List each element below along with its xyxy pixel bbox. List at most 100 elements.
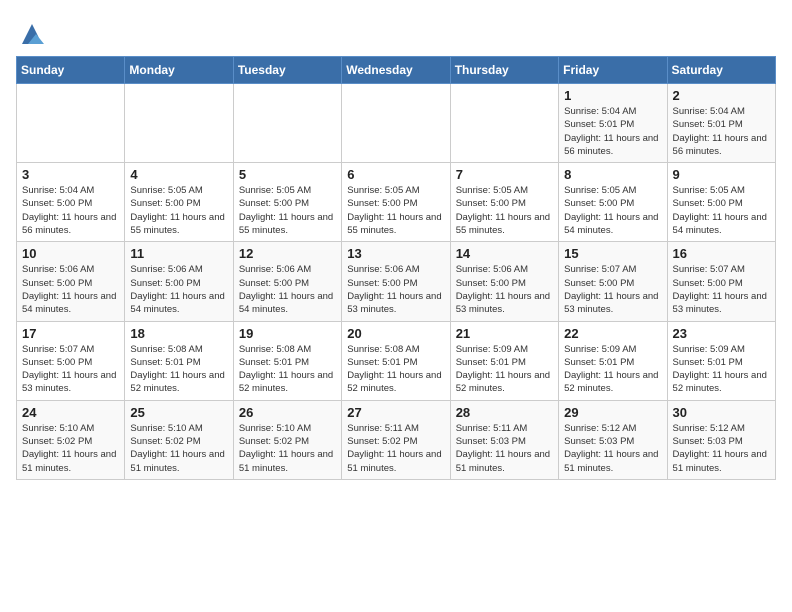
- day-info: Sunrise: 5:06 AM Sunset: 5:00 PM Dayligh…: [130, 263, 227, 316]
- calendar-cell: 20 Sunrise: 5:08 AM Sunset: 5:01 PM Dayli…: [342, 321, 450, 400]
- day-info: Sunrise: 5:11 AM Sunset: 5:03 PM Dayligh…: [456, 422, 553, 475]
- calendar-cell: 9 Sunrise: 5:05 AM Sunset: 5:00 PM Daylig…: [667, 163, 775, 242]
- day-number: 18: [130, 326, 227, 341]
- day-number: 24: [22, 405, 119, 420]
- calendar-cell: 27 Sunrise: 5:11 AM Sunset: 5:02 PM Dayli…: [342, 400, 450, 479]
- day-info: Sunrise: 5:07 AM Sunset: 5:00 PM Dayligh…: [673, 263, 770, 316]
- day-number: 14: [456, 246, 553, 261]
- day-number: 2: [673, 88, 770, 103]
- calendar-cell: 30 Sunrise: 5:12 AM Sunset: 5:03 PM Dayli…: [667, 400, 775, 479]
- day-info: Sunrise: 5:09 AM Sunset: 5:01 PM Dayligh…: [456, 343, 553, 396]
- calendar-cell: [342, 84, 450, 163]
- weekday-header: Thursday: [450, 57, 558, 84]
- calendar-cell: 29 Sunrise: 5:12 AM Sunset: 5:03 PM Dayli…: [559, 400, 667, 479]
- day-info: Sunrise: 5:07 AM Sunset: 5:00 PM Dayligh…: [564, 263, 661, 316]
- day-number: 22: [564, 326, 661, 341]
- day-number: 15: [564, 246, 661, 261]
- logo-icon: [18, 20, 46, 48]
- day-info: Sunrise: 5:10 AM Sunset: 5:02 PM Dayligh…: [239, 422, 336, 475]
- day-number: 12: [239, 246, 336, 261]
- day-info: Sunrise: 5:06 AM Sunset: 5:00 PM Dayligh…: [456, 263, 553, 316]
- day-info: Sunrise: 5:05 AM Sunset: 5:00 PM Dayligh…: [130, 184, 227, 237]
- calendar-cell: 14 Sunrise: 5:06 AM Sunset: 5:00 PM Dayli…: [450, 242, 558, 321]
- calendar-cell: 10Sunrise: 5:06 AM Sunset: 5:00 PM Dayli…: [17, 242, 125, 321]
- day-info: Sunrise: 5:11 AM Sunset: 5:02 PM Dayligh…: [347, 422, 444, 475]
- calendar-cell: 21 Sunrise: 5:09 AM Sunset: 5:01 PM Dayli…: [450, 321, 558, 400]
- weekday-header: Tuesday: [233, 57, 341, 84]
- day-number: 26: [239, 405, 336, 420]
- calendar-cell: 17 Sunrise: 5:07 AM Sunset: 5:00 PM Dayli…: [17, 321, 125, 400]
- day-number: 7: [456, 167, 553, 182]
- page-header: [16, 16, 776, 48]
- calendar-cell: 4Sunrise: 5:05 AM Sunset: 5:00 PM Daylig…: [125, 163, 233, 242]
- calendar-header-row: SundayMondayTuesdayWednesdayThursdayFrid…: [17, 57, 776, 84]
- day-info: Sunrise: 5:06 AM Sunset: 5:00 PM Dayligh…: [239, 263, 336, 316]
- calendar-cell: 15 Sunrise: 5:07 AM Sunset: 5:00 PM Dayli…: [559, 242, 667, 321]
- calendar-cell: 24 Sunrise: 5:10 AM Sunset: 5:02 PM Dayli…: [17, 400, 125, 479]
- calendar-cell: 8 Sunrise: 5:05 AM Sunset: 5:00 PM Daylig…: [559, 163, 667, 242]
- day-number: 23: [673, 326, 770, 341]
- calendar-table: SundayMondayTuesdayWednesdayThursdayFrid…: [16, 56, 776, 480]
- weekday-header: Sunday: [17, 57, 125, 84]
- day-info: Sunrise: 5:09 AM Sunset: 5:01 PM Dayligh…: [564, 343, 661, 396]
- calendar-cell: 22 Sunrise: 5:09 AM Sunset: 5:01 PM Dayli…: [559, 321, 667, 400]
- day-number: 9: [673, 167, 770, 182]
- day-number: 16: [673, 246, 770, 261]
- day-info: Sunrise: 5:06 AM Sunset: 5:00 PM Dayligh…: [347, 263, 444, 316]
- day-number: 1: [564, 88, 661, 103]
- day-info: Sunrise: 5:05 AM Sunset: 5:00 PM Dayligh…: [673, 184, 770, 237]
- day-number: 10: [22, 246, 119, 261]
- day-number: 28: [456, 405, 553, 420]
- calendar-cell: 11 Sunrise: 5:06 AM Sunset: 5:00 PM Dayli…: [125, 242, 233, 321]
- calendar-cell: [450, 84, 558, 163]
- day-number: 8: [564, 167, 661, 182]
- day-number: 13: [347, 246, 444, 261]
- calendar-cell: 28 Sunrise: 5:11 AM Sunset: 5:03 PM Dayli…: [450, 400, 558, 479]
- calendar-week-row: 10 Sunrise: 5:06 AM Sunset: 5:00 PM Dayli…: [17, 242, 776, 321]
- day-info: Sunrise: 5:07 AM Sunset: 5:00 PM Dayligh…: [22, 343, 119, 396]
- calendar-cell: 16 Sunrise: 5:07 AM Sunset: 5:00 PM Dayli…: [667, 242, 775, 321]
- day-number: 27: [347, 405, 444, 420]
- calendar-cell: 3 Sunrise: 5:04 AM Sunset: 5:00 PM Daylig…: [17, 163, 125, 242]
- day-info: Sunrise: 5:05 AM Sunset: 5:00 PM Dayligh…: [239, 184, 336, 237]
- weekday-header: Friday: [559, 57, 667, 84]
- day-number: 5: [239, 167, 336, 182]
- day-number: 21: [456, 326, 553, 341]
- logo: [16, 20, 46, 48]
- day-info: Sunrise: 5:10 AM Sunset: 5:02 PM Dayligh…: [22, 422, 119, 475]
- day-info: Sunrise: 5:05 AM Sunset: 5:00 PM Dayligh…: [564, 184, 661, 237]
- calendar-cell: 1Sunrise: 5:04 AM Sunset: 5:01 PM Daylig…: [559, 84, 667, 163]
- calendar-cell: 2Sunrise: 5:04 AM Sunset: 5:01 PM Daylig…: [667, 84, 775, 163]
- calendar-cell: 23 Sunrise: 5:09 AM Sunset: 5:01 PM Dayli…: [667, 321, 775, 400]
- calendar-cell: [233, 84, 341, 163]
- weekday-header: Monday: [125, 57, 233, 84]
- day-info: Sunrise: 5:09 AM Sunset: 5:01 PM Dayligh…: [673, 343, 770, 396]
- day-number: 29: [564, 405, 661, 420]
- day-info: Sunrise: 5:08 AM Sunset: 5:01 PM Dayligh…: [130, 343, 227, 396]
- calendar-cell: 19Sunrise: 5:08 AM Sunset: 5:01 PM Dayli…: [233, 321, 341, 400]
- calendar-week-row: 24 Sunrise: 5:10 AM Sunset: 5:02 PM Dayli…: [17, 400, 776, 479]
- day-number: 11: [130, 246, 227, 261]
- day-info: Sunrise: 5:08 AM Sunset: 5:01 PM Dayligh…: [347, 343, 444, 396]
- calendar-week-row: 3 Sunrise: 5:04 AM Sunset: 5:00 PM Daylig…: [17, 163, 776, 242]
- calendar-cell: [125, 84, 233, 163]
- day-info: Sunrise: 5:04 AM Sunset: 5:00 PM Dayligh…: [22, 184, 119, 237]
- day-number: 30: [673, 405, 770, 420]
- day-info: Sunrise: 5:12 AM Sunset: 5:03 PM Dayligh…: [564, 422, 661, 475]
- calendar-week-row: 1Sunrise: 5:04 AM Sunset: 5:01 PM Daylig…: [17, 84, 776, 163]
- day-info: Sunrise: 5:05 AM Sunset: 5:00 PM Dayligh…: [347, 184, 444, 237]
- calendar-cell: 25Sunrise: 5:10 AM Sunset: 5:02 PM Dayli…: [125, 400, 233, 479]
- day-number: 3: [22, 167, 119, 182]
- day-number: 19: [239, 326, 336, 341]
- calendar-cell: 26 Sunrise: 5:10 AM Sunset: 5:02 PM Dayli…: [233, 400, 341, 479]
- day-number: 6: [347, 167, 444, 182]
- calendar-cell: 5 Sunrise: 5:05 AM Sunset: 5:00 PM Daylig…: [233, 163, 341, 242]
- weekday-header: Saturday: [667, 57, 775, 84]
- calendar-cell: 13 Sunrise: 5:06 AM Sunset: 5:00 PM Dayli…: [342, 242, 450, 321]
- day-info: Sunrise: 5:12 AM Sunset: 5:03 PM Dayligh…: [673, 422, 770, 475]
- day-number: 17: [22, 326, 119, 341]
- day-info: Sunrise: 5:05 AM Sunset: 5:00 PM Dayligh…: [456, 184, 553, 237]
- calendar-cell: 12 Sunrise: 5:06 AM Sunset: 5:00 PM Dayli…: [233, 242, 341, 321]
- calendar-week-row: 17 Sunrise: 5:07 AM Sunset: 5:00 PM Dayli…: [17, 321, 776, 400]
- day-number: 20: [347, 326, 444, 341]
